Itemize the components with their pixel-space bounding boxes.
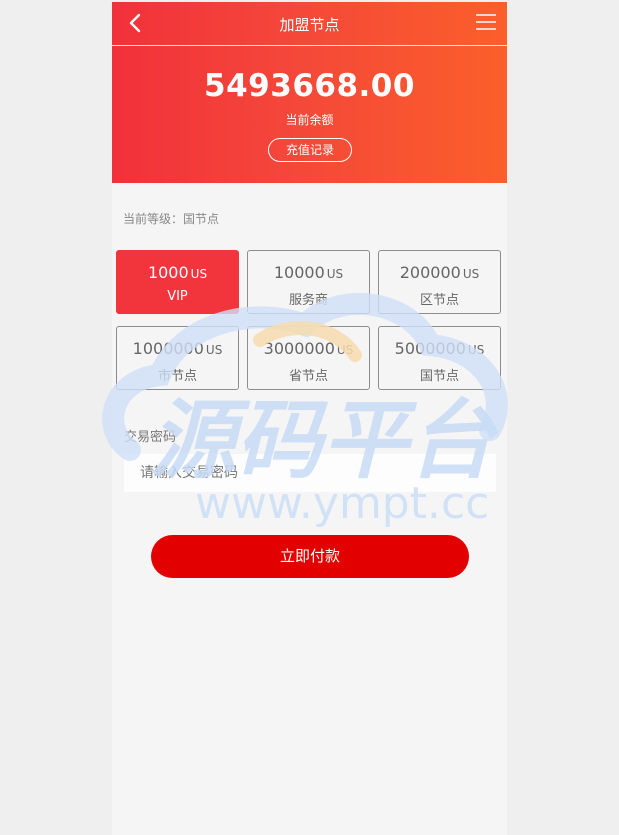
tier-amount: 1000 US <box>117 263 238 282</box>
page-title: 加盟节点 <box>279 16 340 34</box>
tier-amount: 10000 US <box>248 263 369 282</box>
tier-amount-unit: US <box>336 343 354 357</box>
header-banner: 加盟节点 5493668.00 当前余额 充值记录 <box>112 2 507 183</box>
tier-option-2[interactable]: 10000 US 服务商 <box>247 250 370 314</box>
tier-option-4[interactable]: 1000000 US 市节点 <box>116 326 239 390</box>
tier-amount: 3000000 US <box>248 339 369 358</box>
tier-amount: 5000000 US <box>379 339 500 358</box>
tier-option-6[interactable]: 5000000 US 国节点 <box>378 326 501 390</box>
tier-amount-unit: US <box>467 343 485 357</box>
tier-amount-value: 1000000 <box>132 339 204 358</box>
balance-label: 当前余额 <box>285 113 334 127</box>
tier-name: VIP <box>167 289 188 304</box>
password-label: 交易密码 <box>124 430 177 445</box>
tier-amount-value: 200000 <box>399 263 461 282</box>
pay-now-button[interactable]: 立即付款 <box>151 535 469 578</box>
tier-name: 区节点 <box>419 293 459 308</box>
tier-name: 国节点 <box>419 369 459 384</box>
tier-name: 市节点 <box>157 369 197 384</box>
tier-amount: 200000 US <box>379 263 500 282</box>
tier-amount-unit: US <box>462 267 480 281</box>
tier-amount-value: 1000 <box>147 263 189 282</box>
tier-amount-value: 5000000 <box>394 339 466 358</box>
tier-amount-value: 3000000 <box>263 339 335 358</box>
current-level-text: 当前等级：国节点 <box>123 212 220 226</box>
tier-amount-unit: US <box>190 267 208 281</box>
balance-amount: 5493668.00 <box>204 68 415 104</box>
tier-option-3[interactable]: 200000 US 区节点 <box>378 250 501 314</box>
tier-amount-value: 10000 <box>273 263 325 282</box>
tier-amount: 1000000 US <box>117 339 238 358</box>
tier-name: 服务商 <box>288 293 328 308</box>
trade-password-input[interactable] <box>124 454 496 492</box>
tier-option-5[interactable]: 3000000 US 省节点 <box>247 326 370 390</box>
tier-option-1[interactable]: 1000 US VIP <box>116 250 239 314</box>
hamburger-menu-icon[interactable] <box>475 13 497 31</box>
tier-amount-unit: US <box>205 343 223 357</box>
recharge-history-button[interactable]: 充值记录 <box>268 138 352 162</box>
tier-amount-unit: US <box>326 267 344 281</box>
phone-screen: 加盟节点 5493668.00 当前余额 充值记录 当前等级：国节点 1000 U… <box>112 2 507 835</box>
top-nav-bar: 加盟节点 <box>112 2 507 46</box>
tier-name: 省节点 <box>288 369 328 384</box>
